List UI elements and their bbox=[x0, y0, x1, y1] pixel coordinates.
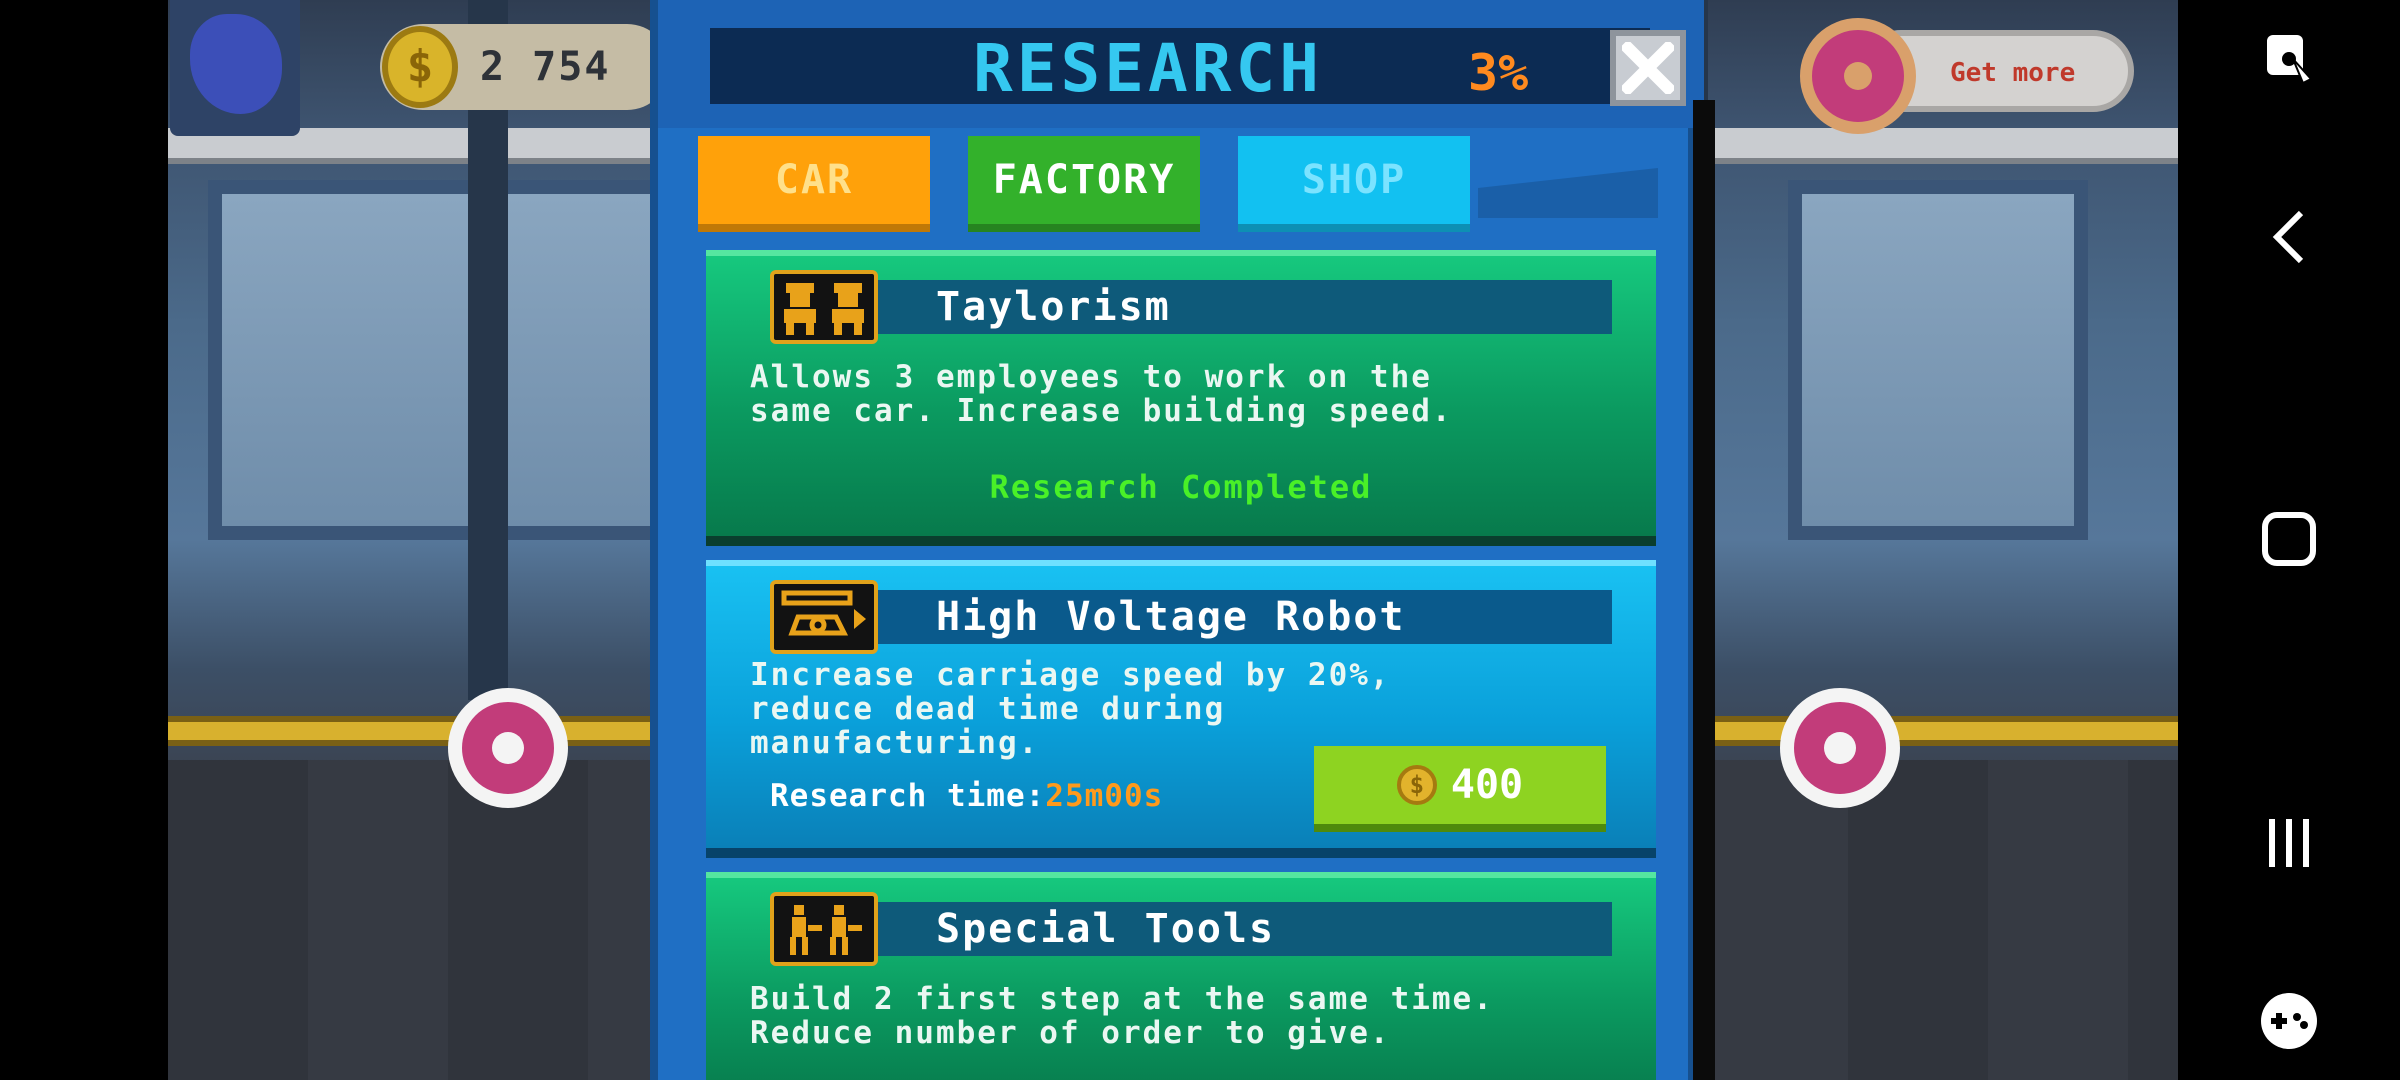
screenshot-icon bbox=[2267, 35, 2313, 85]
research-dialog: RESEARCH 3% CAR FACTORY SHOP Taylorism A… bbox=[650, 0, 1715, 1080]
player-avatar[interactable] bbox=[170, 0, 300, 136]
back-icon bbox=[2272, 210, 2304, 264]
research-time-value: 25m00s bbox=[1045, 778, 1164, 814]
recents-icon bbox=[2269, 819, 2309, 867]
research-time-label: Research time: bbox=[770, 778, 1046, 814]
card-title: Taylorism bbox=[936, 284, 1171, 330]
card-description: Increase carriage speed by 20%, reduce d… bbox=[750, 657, 1391, 761]
donut-marker-icon[interactable] bbox=[448, 688, 568, 808]
research-cost: 400 bbox=[1450, 762, 1524, 808]
system-nav-bar bbox=[2178, 0, 2400, 1080]
tab-shop[interactable]: SHOP bbox=[1238, 136, 1470, 232]
screenshot-button[interactable] bbox=[2178, 4, 2400, 114]
card-description: Allows 3 employees to work on the same c… bbox=[750, 359, 1453, 429]
coin-icon: $ bbox=[1396, 765, 1437, 805]
home-icon bbox=[2262, 512, 2316, 566]
research-buy-button[interactable]: $ 400 bbox=[1314, 746, 1606, 832]
recents-button[interactable] bbox=[2178, 788, 2400, 898]
get-more-button[interactable]: Get more bbox=[1800, 18, 2136, 134]
game-tools-button[interactable] bbox=[2178, 966, 2400, 1076]
close-icon bbox=[1622, 42, 1674, 94]
card-title-bar bbox=[776, 280, 1612, 334]
research-card-high-voltage-robot[interactable]: High Voltage Robot Increase carriage spe… bbox=[706, 560, 1656, 858]
workers-icon bbox=[770, 270, 878, 344]
tab-car[interactable]: CAR bbox=[698, 136, 930, 232]
dialog-title: RESEARCH bbox=[973, 30, 1323, 107]
research-time: Research time:25m00s bbox=[770, 778, 1163, 814]
factory-window bbox=[1788, 180, 2088, 540]
research-card-taylorism[interactable]: Taylorism Allows 3 employees to work on … bbox=[706, 250, 1656, 546]
close-button[interactable] bbox=[1610, 30, 1686, 106]
coin-icon: $ bbox=[382, 26, 458, 108]
coin-value: 2 754 bbox=[480, 44, 611, 90]
research-status: Research Completed bbox=[989, 468, 1373, 506]
avatar-blob-icon bbox=[190, 14, 282, 114]
robot-icon bbox=[770, 580, 878, 654]
home-button[interactable] bbox=[2178, 484, 2400, 594]
dialog-scroll-track[interactable] bbox=[1693, 100, 1715, 1080]
card-title: High Voltage Robot bbox=[936, 594, 1406, 640]
get-more-label: Get more bbox=[1950, 58, 2076, 88]
research-progress: 3% bbox=[1468, 44, 1529, 102]
donut-marker-icon[interactable] bbox=[1780, 688, 1900, 808]
card-description: Build 2 first step at the same time. Red… bbox=[750, 981, 1494, 1051]
tools-icon bbox=[770, 892, 878, 966]
game-tools-icon bbox=[2261, 993, 2317, 1049]
tab-factory[interactable]: FACTORY bbox=[968, 136, 1200, 232]
tab-bar-decoration bbox=[1478, 168, 1658, 218]
donut-icon bbox=[1800, 18, 1916, 134]
card-title: Special Tools bbox=[936, 906, 1276, 952]
research-card-special-tools[interactable]: Special Tools Build 2 first step at the … bbox=[706, 872, 1656, 1080]
back-button[interactable] bbox=[2178, 182, 2400, 292]
